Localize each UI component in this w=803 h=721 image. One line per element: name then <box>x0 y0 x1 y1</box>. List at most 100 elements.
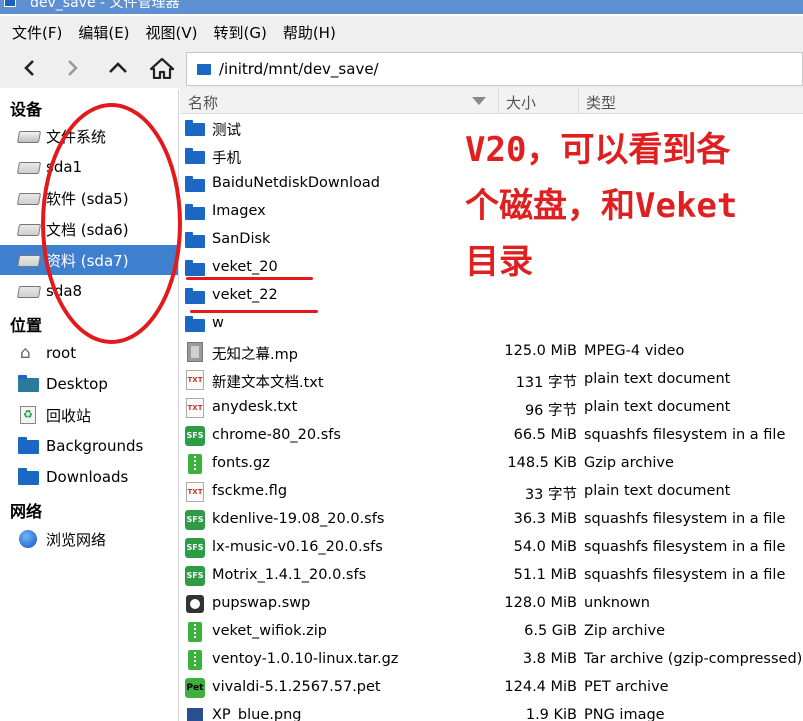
archive-icon <box>188 622 202 642</box>
drive-icon <box>16 286 42 298</box>
folder-icon <box>18 468 39 485</box>
folder-icon <box>4 0 16 7</box>
trash-icon: ♻ <box>20 406 36 424</box>
file-size: 54.0 MiB <box>513 539 577 555</box>
pet-package-icon: Pet <box>185 678 205 698</box>
file-row[interactable]: SFS chrome-80_20.sfs 66.5 MiB squashfs file… <box>180 422 803 450</box>
file-row[interactable]: XP_blue.png 1.9 KiB PNG image <box>180 702 803 721</box>
file-type: unknown <box>584 595 650 611</box>
file-row[interactable]: ventoy-1.0.10-linux.tar.gz 3.8 MiB Tar arc… <box>180 646 803 674</box>
back-button[interactable] <box>14 52 46 84</box>
file-size: 66.5 MiB <box>513 427 577 443</box>
annotation-text: V20，可以看到各 个磁盘，和Veket 目录 <box>465 130 738 282</box>
sidebar-item-trash[interactable]: ♻ 回收站 <box>0 400 178 430</box>
file-row[interactable]: pupswap.swp 128.0 MiB unknown <box>180 590 803 618</box>
file-type: squashfs filesystem in a file <box>584 539 786 555</box>
file-row[interactable]: fonts.gz 148.5 KiB Gzip archive <box>180 450 803 478</box>
column-type[interactable]: 类型 <box>586 92 616 113</box>
file-type: Zip archive <box>584 623 665 639</box>
file-row[interactable]: SFS Motrix_1.4.1_20.0.sfs 51.1 MiB squashfs… <box>180 562 803 590</box>
forward-button[interactable] <box>56 52 88 84</box>
file-row[interactable]: TXT 新建文本文档.txt 131 字节 plain text document <box>180 366 803 394</box>
text-file-icon: TXT <box>186 482 204 502</box>
text-file-icon: TXT <box>186 398 204 418</box>
file-name: anydesk.txt <box>212 399 298 415</box>
sidebar-section-devices: 设备 <box>10 100 43 119</box>
file-name: veket_22 <box>212 287 278 303</box>
file-row[interactable]: 无知之幕.mp 125.0 MiB MPEG-4 video <box>180 338 803 366</box>
file-size: 131 字节 <box>515 375 577 391</box>
file-type: plain text document <box>584 483 731 499</box>
file-row[interactable]: Pet vivaldi-5.1.2567.57.pet 124.4 MiB PET a… <box>180 674 803 702</box>
home-icon: ⌂ <box>20 343 31 363</box>
annotation-oval <box>41 103 182 344</box>
file-row[interactable]: veket_wifiok.zip 6.5 GiB Zip archive <box>180 618 803 646</box>
folder-icon <box>185 120 205 136</box>
address-bar[interactable]: /initrd/mnt/dev_save/ <box>186 52 803 86</box>
file-name: kdenlive-19.08_20.0.sfs <box>212 511 385 527</box>
sidebar-item-downloads[interactable]: Downloads <box>0 462 178 492</box>
file-row[interactable]: TXT fsckme.flg 33 字节 plain text document <box>180 478 803 506</box>
drive-icon <box>16 255 42 267</box>
menu-go[interactable]: 转到(G) <box>206 22 275 43</box>
file-row[interactable]: TXT anydesk.txt 96 字节 plain text document <box>180 394 803 422</box>
file-name: ventoy-1.0.10-linux.tar.gz <box>212 651 399 667</box>
file-type: plain text document <box>584 371 731 387</box>
file-type: plain text document <box>584 399 731 415</box>
file-size: 128.0 MiB <box>504 595 577 611</box>
file-type: squashfs filesystem in a file <box>584 567 786 583</box>
file-size: 1.9 KiB <box>525 707 577 721</box>
file-name: 新建文本文档.txt <box>212 375 324 391</box>
file-size: 36.3 MiB <box>513 511 577 527</box>
sidebar-item-browse-network[interactable]: 浏览网络 <box>0 524 178 554</box>
home-button[interactable] <box>146 52 178 84</box>
sidebar-item-desktop[interactable]: Desktop <box>0 369 178 399</box>
folder-icon <box>185 260 205 276</box>
file-name: XP_blue.png <box>212 707 302 721</box>
column-header: 名称 大小 类型 <box>180 88 803 114</box>
file-row[interactable]: SFS kdenlive-19.08_20.0.sfs 36.3 MiB squash… <box>180 506 803 534</box>
desktop-folder-icon <box>18 375 39 392</box>
file-type: squashfs filesystem in a file <box>584 427 786 443</box>
file-type: Gzip archive <box>584 455 674 471</box>
folder-icon <box>185 288 205 304</box>
column-name[interactable]: 名称 <box>188 92 218 113</box>
sfs-package-icon: SFS <box>185 510 205 530</box>
file-name: SanDisk <box>212 231 271 247</box>
sidebar-item-root[interactable]: ⌂ root <box>0 338 178 368</box>
file-name: veket_wifiok.zip <box>212 623 327 639</box>
chevron-right-icon <box>68 60 78 76</box>
menu-edit[interactable]: 编辑(E) <box>70 22 137 43</box>
menu-file[interactable]: 文件(F) <box>4 22 70 43</box>
file-size: 33 字节 <box>524 487 577 503</box>
file-type: PET archive <box>584 679 669 695</box>
file-size: 3.8 MiB <box>522 651 577 667</box>
column-size[interactable]: 大小 <box>506 92 536 113</box>
file-size: 6.5 GiB <box>524 623 577 639</box>
chevron-left-icon <box>24 60 34 76</box>
folder-icon <box>18 437 39 454</box>
annotation-underline <box>186 277 313 280</box>
sort-down-icon <box>472 97 486 105</box>
file-type: MPEG-4 video <box>584 343 685 359</box>
sidebar-item-backgrounds[interactable]: Backgrounds <box>0 431 178 461</box>
file-size: 125.0 MiB <box>504 343 577 359</box>
window-title: dev_save - 文件管理器 <box>30 0 180 11</box>
file-name: 手机 <box>212 151 241 167</box>
file-name: w <box>212 315 224 331</box>
file-row[interactable]: SFS lx-music-v0.16_20.0.sfs 54.0 MiB squash… <box>180 534 803 562</box>
file-name: Imagex <box>212 203 266 219</box>
file-size: 124.4 MiB <box>504 679 577 695</box>
menu-view[interactable]: 视图(V) <box>138 22 206 43</box>
drive-icon <box>16 162 42 174</box>
menu-help[interactable]: 帮助(H) <box>275 22 344 43</box>
file-row[interactable]: w <box>180 310 803 338</box>
globe-icon <box>19 530 37 548</box>
video-file-icon <box>187 342 203 362</box>
file-type: squashfs filesystem in a file <box>584 511 786 527</box>
sfs-package-icon: SFS <box>185 538 205 558</box>
up-button[interactable] <box>102 52 134 84</box>
file-name: chrome-80_20.sfs <box>212 427 341 443</box>
drive-icon <box>16 131 42 143</box>
file-name: pupswap.swp <box>212 595 311 611</box>
